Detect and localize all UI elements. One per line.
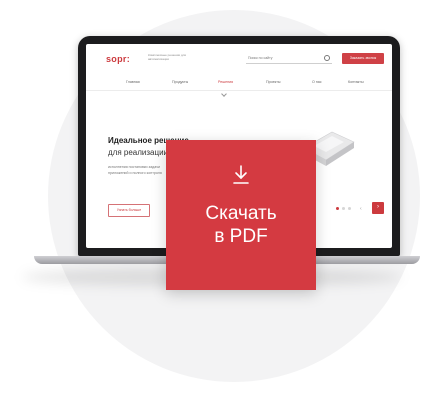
slider-dot-1[interactable] bbox=[336, 207, 339, 210]
hero-subtitle: для реализации bbox=[108, 148, 169, 157]
download-label-line2: в PDF bbox=[214, 226, 268, 247]
nav-item-products[interactable]: Продукты bbox=[172, 80, 188, 84]
slider-dot-2[interactable] bbox=[342, 207, 345, 210]
callback-button-label: Заказать звонок bbox=[349, 56, 377, 60]
chevron-right-icon: › bbox=[377, 204, 379, 210]
search-placeholder: Поиск по сайту bbox=[248, 56, 273, 60]
download-label-line1: Скачать bbox=[205, 203, 277, 224]
nav-item-projects[interactable]: Проекты bbox=[266, 80, 280, 84]
site-tagline: Комплексные решения для автоматизации bbox=[148, 53, 187, 61]
main-nav: Главная Продукты Решения Проекты О нас К… bbox=[86, 76, 392, 91]
chevron-down-icon bbox=[221, 91, 227, 97]
download-pdf-button[interactable]: Скачать в PDF bbox=[166, 140, 316, 290]
slider-prev-icon[interactable]: ‹ bbox=[360, 206, 362, 212]
slider-dot-3[interactable] bbox=[348, 207, 351, 210]
learn-more-button-label: Узнать больше bbox=[116, 208, 142, 212]
search-icon[interactable] bbox=[324, 55, 330, 61]
nav-item-solutions[interactable]: Решения bbox=[218, 80, 233, 84]
slider-next-button[interactable]: › bbox=[372, 202, 384, 214]
download-icon bbox=[233, 165, 249, 184]
download-pdf-label: Скачать в PDF bbox=[166, 202, 316, 248]
nav-item-home[interactable]: Главная bbox=[126, 80, 140, 84]
search-input[interactable]: Поиск по сайту bbox=[246, 54, 332, 64]
nav-item-about[interactable]: О нас bbox=[312, 80, 322, 84]
nav-item-contacts[interactable]: Контакты bbox=[348, 80, 364, 84]
site-logo[interactable]: sopr: bbox=[106, 54, 130, 64]
callback-button[interactable]: Заказать звонок bbox=[342, 53, 384, 64]
site-header: sopr: Комплексные решения для автоматиза… bbox=[86, 44, 392, 72]
learn-more-button[interactable]: Узнать больше bbox=[108, 204, 150, 217]
